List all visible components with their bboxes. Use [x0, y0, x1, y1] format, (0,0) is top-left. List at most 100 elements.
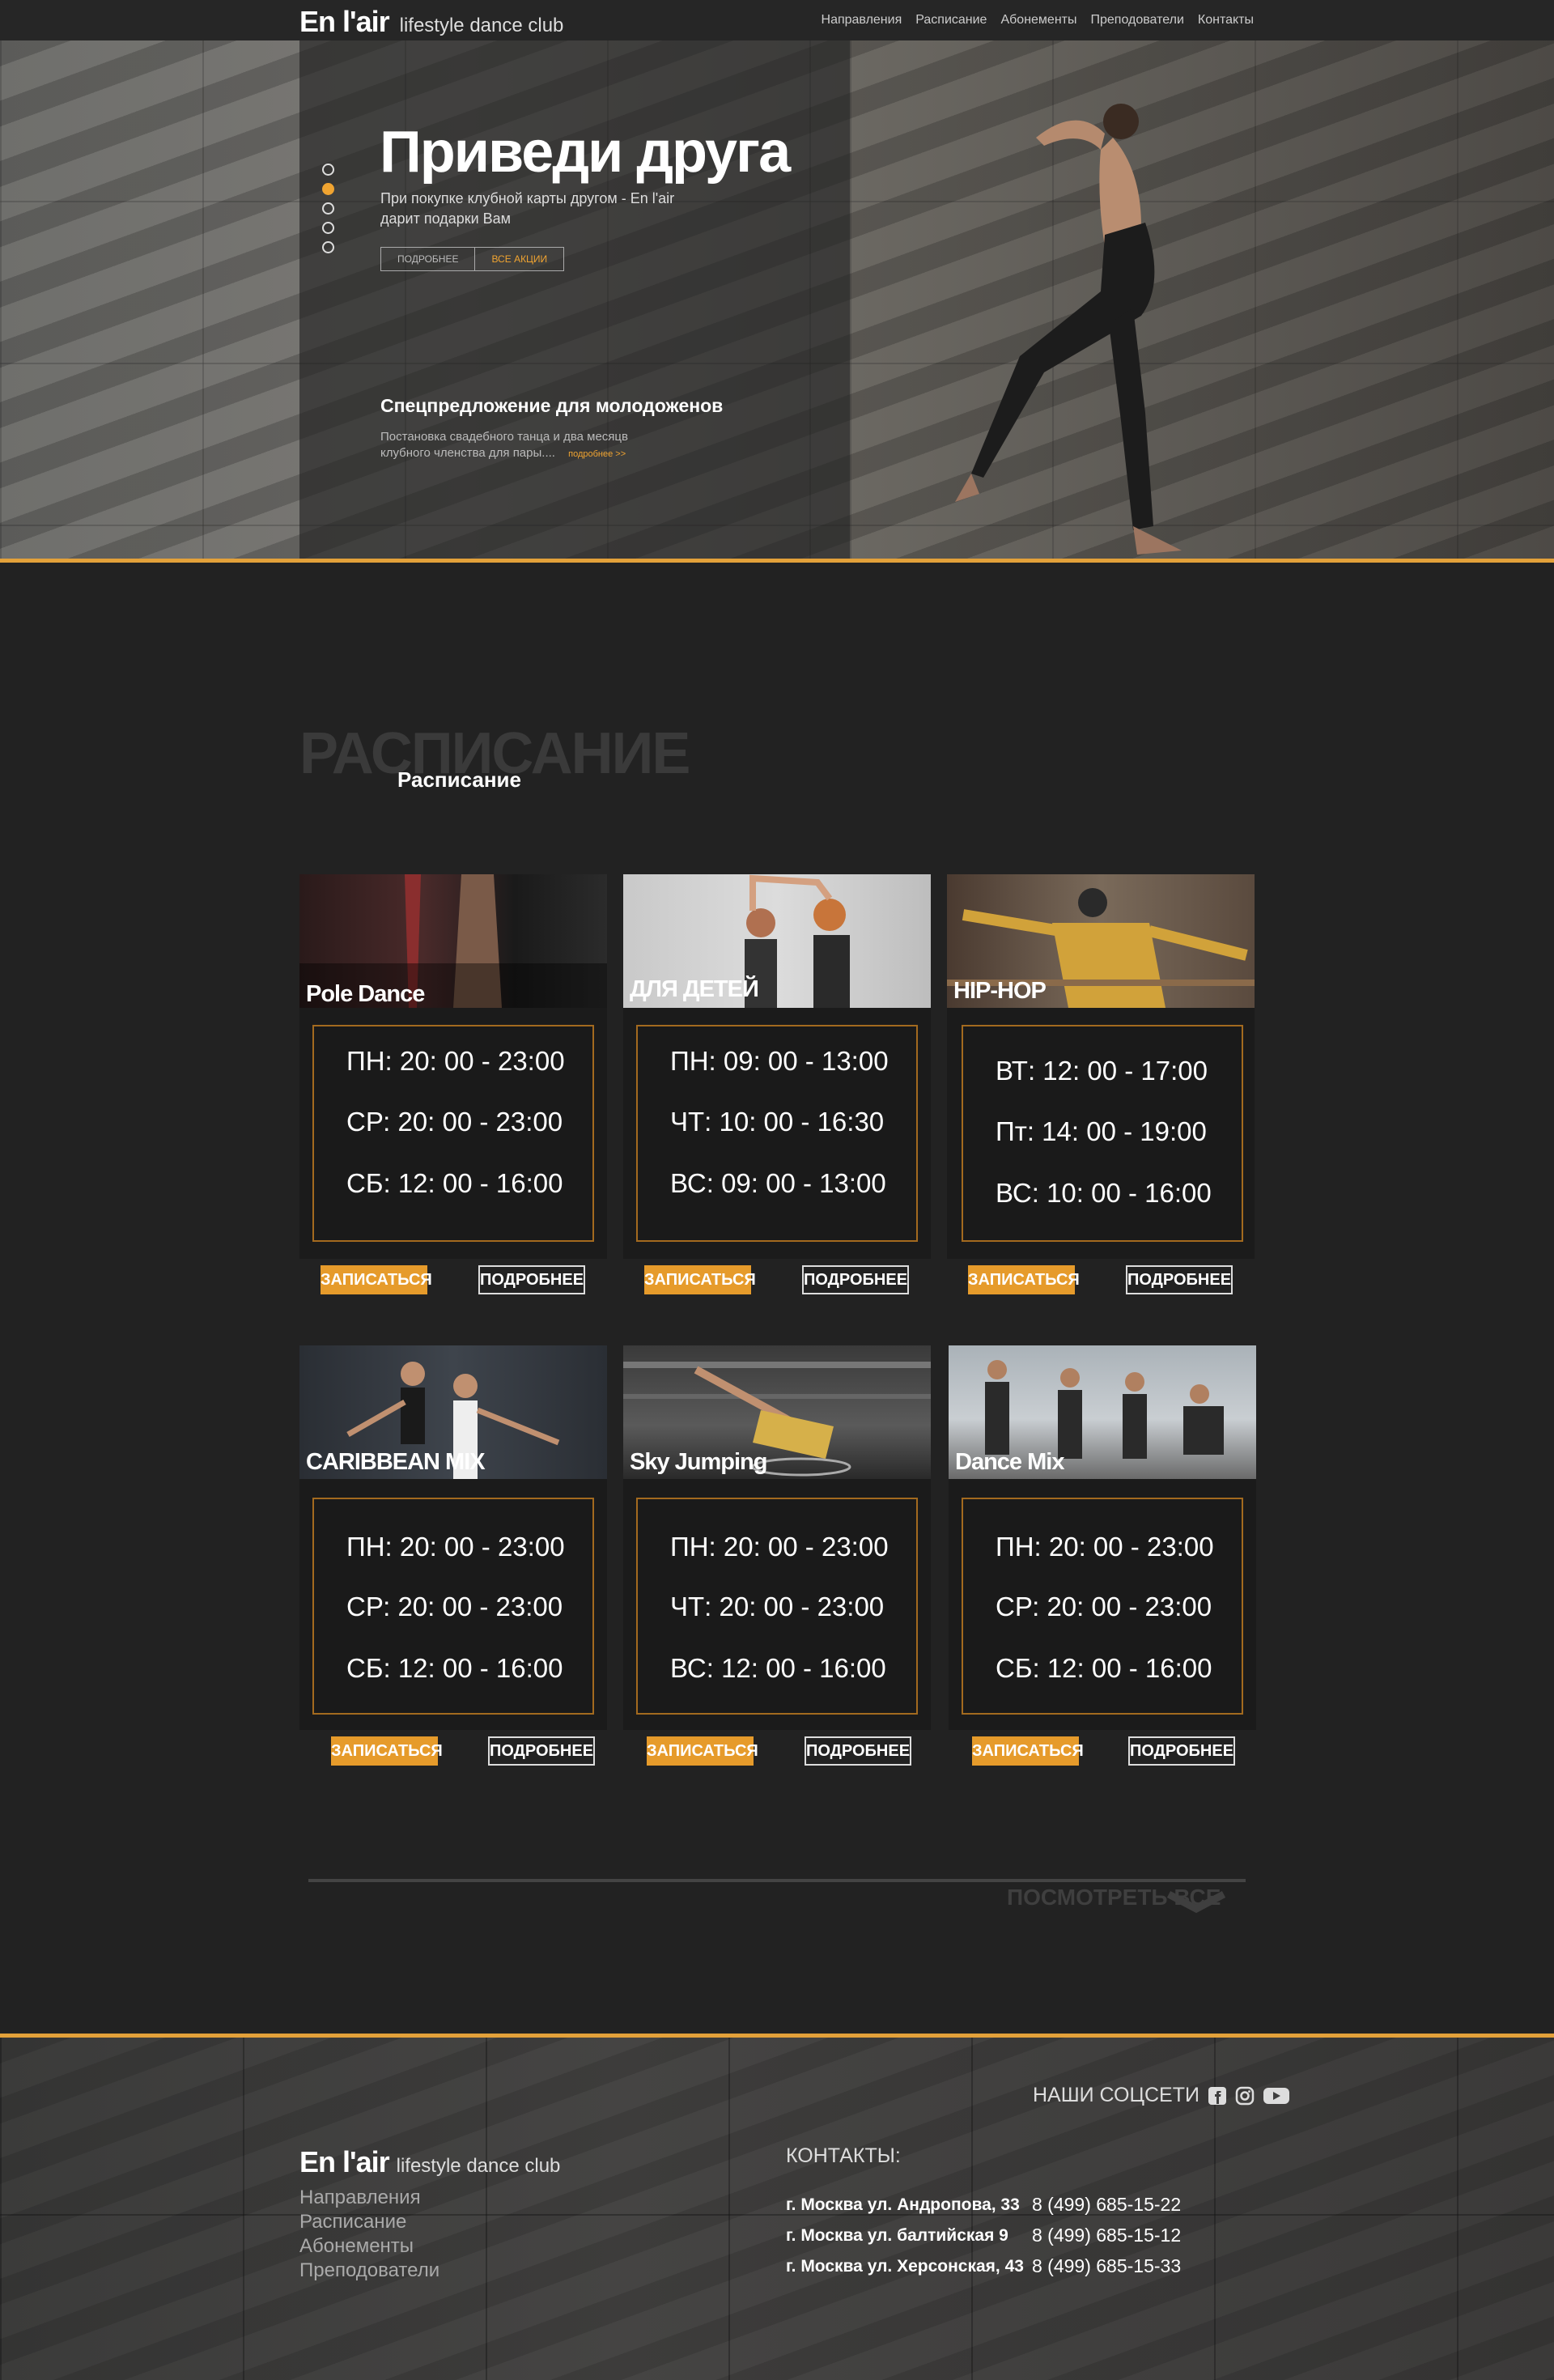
- schedule-card-sky-jumping: Sky Jumping ПН: 20: 00 - 23:00 ЧТ: 20: 0…: [623, 1345, 931, 1766]
- slider-dots: [322, 164, 334, 253]
- section-title: Расписание: [397, 767, 521, 792]
- social-links: НАШИ СОЦСЕТИ: [1033, 2084, 1290, 2107]
- schedule-card-kids: ДЛЯ ДЕТЕЙ ПН: 09: 00 - 13:00 ЧТ: 10: 00 …: [623, 874, 931, 1294]
- more-button[interactable]: ПОДРОБНЕЕ: [802, 1265, 909, 1294]
- nav-item-contacts[interactable]: Контакты: [1198, 13, 1254, 28]
- footer-link-schedule[interactable]: Расписание: [299, 2212, 439, 2233]
- card-title: Pole Dance: [306, 981, 425, 1007]
- signup-button[interactable]: ЗАПИСАТЬСЯ: [644, 1265, 756, 1294]
- schedule-row: Пт: 14: 00 - 19:00: [996, 1116, 1207, 1146]
- contacts-title: КОНТАКТЫ:: [786, 2144, 901, 2167]
- schedule-row: ПН: 09: 00 - 13:00: [670, 1046, 889, 1076]
- schedule-card-pole-dance: Pole Dance ПН: 20: 00 - 23:00 СР: 20: 00…: [299, 874, 607, 1294]
- card-title: Dance Mix: [955, 1449, 1064, 1475]
- logo-subtitle: lifestyle dance club: [399, 15, 564, 36]
- schedule-row: СБ: 12: 00 - 16:00: [346, 1168, 563, 1198]
- nav-item-schedule[interactable]: Расписание: [915, 13, 987, 28]
- schedule-box: ПН: 20: 00 - 23:00 СР: 20: 00 - 23:00 СБ…: [312, 1025, 594, 1242]
- schedule-row: СБ: 12: 00 - 16:00: [996, 1653, 1212, 1683]
- nav-item-memberships[interactable]: Абонементы: [1000, 13, 1076, 28]
- dancer-figure: [955, 104, 1182, 555]
- chevron-down-icon[interactable]: [1166, 1891, 1227, 1914]
- facebook-icon[interactable]: [1208, 2086, 1227, 2106]
- slider-dot-2[interactable]: [322, 183, 334, 195]
- offer-description: Постановка свадебного танца и два месяцв…: [380, 429, 639, 462]
- contact-phone[interactable]: 8 (499) 685-15-22: [1032, 2194, 1181, 2216]
- schedule-box: ПН: 20: 00 - 23:00 СР: 20: 00 - 23:00 СБ…: [962, 1498, 1243, 1715]
- hero-slider: Приведи друга При покупке клубной карты …: [0, 40, 1554, 559]
- footer-logo[interactable]: En l'air lifestyle dance club: [299, 2145, 560, 2179]
- footer-link-teachers[interactable]: Преподователи: [299, 2260, 439, 2281]
- nav-item-directions[interactable]: Направления: [822, 13, 902, 28]
- card-title: ДЛЯ ДЕТЕЙ: [630, 976, 759, 1002]
- more-button[interactable]: ПОДРОБНЕЕ: [805, 1736, 911, 1766]
- page: En l'air lifestyle dance club Направлени…: [0, 0, 1554, 2380]
- contact-address: г. Москва ул. Херсонская, 43: [786, 2257, 1024, 2276]
- footer: НАШИ СОЦСЕТИ En l'air lifestyle dance cl…: [0, 2038, 1554, 2380]
- main-nav: Направления Расписание Абонементы Препод…: [822, 13, 1254, 28]
- contact-phone[interactable]: 8 (499) 685-15-33: [1032, 2255, 1181, 2277]
- signup-button[interactable]: ЗАПИСАТЬСЯ: [972, 1736, 1084, 1766]
- signup-button[interactable]: ЗАПИСАТЬСЯ: [331, 1736, 443, 1766]
- see-all-divider: [308, 1879, 1246, 1882]
- contact-address: г. Москва ул. Андропова, 33: [786, 2195, 1020, 2214]
- offer-title: Спецпредложение для молодоженов: [380, 395, 724, 416]
- schedule-row: ВС: 10: 00 - 16:00: [996, 1178, 1212, 1208]
- hero-text-panel: [299, 40, 850, 559]
- signup-button[interactable]: ЗАПИСАТЬСЯ: [321, 1265, 432, 1294]
- logo-text: En l'air: [299, 5, 390, 38]
- schedule-card-hip-hop: HIP-HOP ВТ: 12: 00 - 17:00 Пт: 14: 00 - …: [947, 874, 1255, 1294]
- hero-buttons: ПОДРОБНЕЕ ВСЕ АКЦИИ: [380, 247, 565, 271]
- social-label: НАШИ СОЦСЕТИ: [1033, 2084, 1199, 2106]
- offer-more-link[interactable]: подробнее >>: [568, 449, 626, 459]
- footer-nav: Направления Расписание Абонементы Препод…: [299, 2187, 439, 2281]
- more-button[interactable]: ПОДРОБНЕЕ: [478, 1265, 585, 1294]
- signup-button[interactable]: ЗАПИСАТЬСЯ: [968, 1265, 1080, 1294]
- schedule-card-dance-mix: Dance Mix ПН: 20: 00 - 23:00 СР: 20: 00 …: [949, 1345, 1256, 1766]
- schedule-box: ПН: 20: 00 - 23:00 ЧТ: 20: 00 - 23:00 ВС…: [636, 1498, 918, 1715]
- more-button[interactable]: ПОДРОБНЕЕ: [1128, 1736, 1235, 1766]
- slider-dot-5[interactable]: [322, 241, 334, 253]
- footer-logo-text: En l'air: [299, 2145, 390, 2178]
- schedule-row: СР: 20: 00 - 23:00: [346, 1107, 563, 1137]
- nav-item-teachers[interactable]: Преподователи: [1090, 13, 1183, 28]
- instagram-icon[interactable]: [1235, 2086, 1255, 2106]
- all-promotions-button[interactable]: ВСЕ АКЦИИ: [475, 248, 563, 270]
- schedule-row: ВС: 12: 00 - 16:00: [670, 1653, 886, 1683]
- card-title: CARIBBEAN MIX: [306, 1449, 486, 1475]
- hero-more-button[interactable]: ПОДРОБНЕЕ: [381, 248, 476, 270]
- schedule-row: СР: 20: 00 - 23:00: [996, 1592, 1212, 1621]
- top-nav-bar: En l'air lifestyle dance club Направлени…: [0, 0, 1554, 40]
- contact-address: г. Москва ул. балтийская 9: [786, 2226, 1008, 2245]
- schedule-box: ПН: 09: 00 - 13:00 ЧТ: 10: 00 - 16:30 ВС…: [636, 1025, 918, 1242]
- hero-description: При покупке клубной карты другом - En l'…: [380, 190, 675, 227]
- site-logo[interactable]: En l'air lifestyle dance club: [299, 5, 563, 39]
- schedule-card-caribbean-mix: CARIBBEAN MIX ПН: 20: 00 - 23:00 СР: 20:…: [299, 1345, 607, 1766]
- contact-phone[interactable]: 8 (499) 685-15-12: [1032, 2225, 1181, 2246]
- footer-link-directions[interactable]: Направления: [299, 2187, 439, 2208]
- schedule-row: ПН: 20: 00 - 23:00: [346, 1046, 565, 1076]
- schedule-row: ВТ: 12: 00 - 17:00: [996, 1056, 1208, 1086]
- schedule-row: СБ: 12: 00 - 16:00: [346, 1653, 563, 1683]
- footer-logo-subtitle: lifestyle dance club: [396, 2155, 561, 2177]
- hero-divider: [0, 559, 1554, 563]
- youtube-icon[interactable]: [1263, 2086, 1290, 2106]
- more-button[interactable]: ПОДРОБНЕЕ: [1126, 1265, 1233, 1294]
- schedule-box: ВТ: 12: 00 - 17:00 Пт: 14: 00 - 19:00 ВС…: [962, 1025, 1243, 1242]
- hero-title: Приведи друга: [380, 120, 791, 185]
- schedule-row: ПН: 20: 00 - 23:00: [346, 1532, 565, 1562]
- card-title: Sky Jumping: [630, 1449, 767, 1475]
- more-button[interactable]: ПОДРОБНЕЕ: [488, 1736, 595, 1766]
- card-title: HIP-HOP: [953, 978, 1047, 1004]
- signup-button[interactable]: ЗАПИСАТЬСЯ: [647, 1736, 758, 1766]
- slider-dot-4[interactable]: [322, 222, 334, 234]
- schedule-row: ВС: 09: 00 - 13:00: [670, 1168, 886, 1198]
- schedule-row: ПН: 20: 00 - 23:00: [670, 1532, 889, 1562]
- schedule-row: ЧТ: 20: 00 - 23:00: [670, 1592, 885, 1621]
- schedule-row: ПН: 20: 00 - 23:00: [996, 1532, 1214, 1562]
- slider-dot-3[interactable]: [322, 202, 334, 215]
- footer-link-memberships[interactable]: Абонементы: [299, 2236, 439, 2257]
- slider-dot-1[interactable]: [322, 164, 334, 176]
- schedule-box: ПН: 20: 00 - 23:00 СР: 20: 00 - 23:00 СБ…: [312, 1498, 594, 1715]
- schedule-row: СР: 20: 00 - 23:00: [346, 1592, 563, 1621]
